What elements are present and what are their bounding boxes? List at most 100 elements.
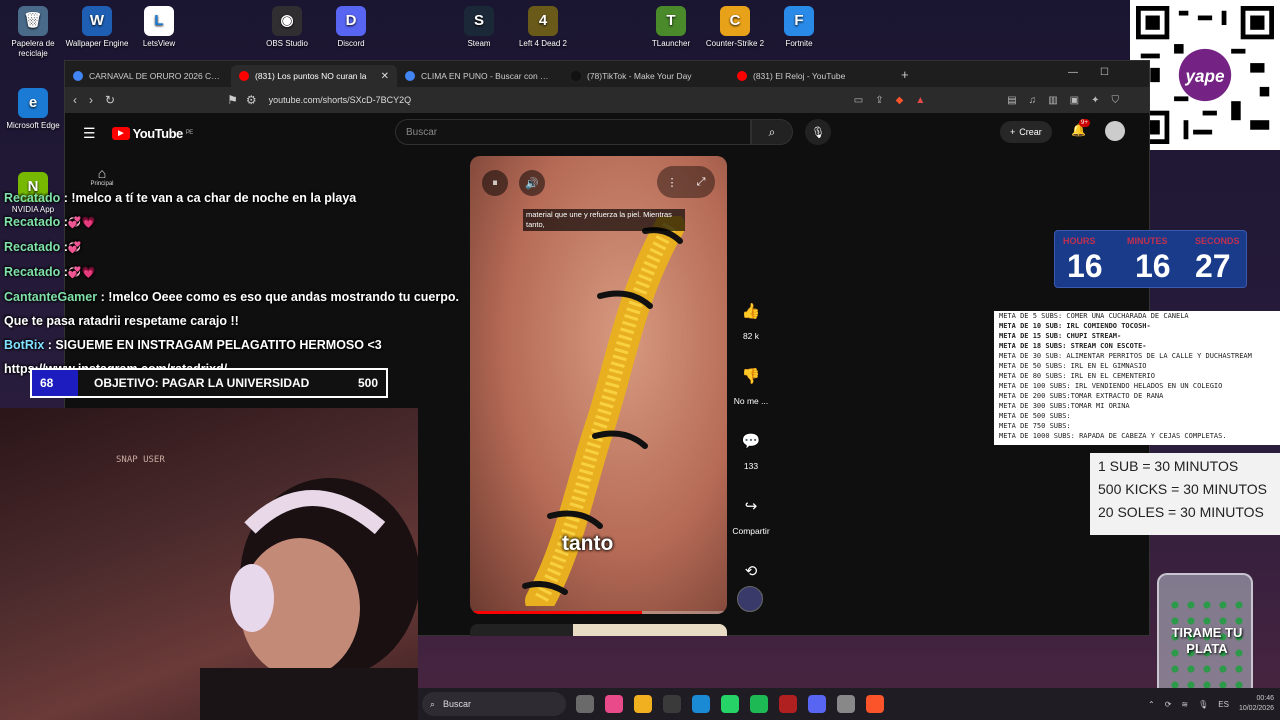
favicon-icon bbox=[73, 71, 83, 81]
desktop-icon[interactable]: T TLauncher bbox=[638, 6, 704, 49]
site-info-icon[interactable]: ⚙ bbox=[246, 93, 257, 107]
browser-tab[interactable]: (831) Los puntos NO curan la ✕ bbox=[231, 65, 397, 87]
cast-icon[interactable]: ▭ bbox=[854, 95, 863, 106]
media-icon[interactable]: ♫ bbox=[1029, 95, 1037, 106]
youtube-header: ☰ ▶ YouTube PE Buscar ⌕ 🎙 + Crear 🔔 9+ bbox=[65, 113, 1149, 153]
action-like[interactable]: 👍 82 k bbox=[727, 296, 775, 341]
brave-rewards-icon[interactable]: ▲ bbox=[915, 95, 925, 106]
tab-list: CARNAVAL DE ORURO 2026 CUANDO (831) Los p… bbox=[65, 61, 895, 87]
goal-item: META DE 500 SUBS: bbox=[999, 412, 1071, 420]
avatar[interactable] bbox=[1105, 121, 1125, 141]
rate-item: 20 SOLES = 30 MINUTOS bbox=[1098, 504, 1264, 520]
bookmark-icon[interactable]: ⚑ bbox=[227, 93, 238, 107]
remix-icon: ⟲ bbox=[744, 563, 758, 580]
tab-title: (831) Los puntos NO curan la bbox=[255, 71, 367, 81]
extensions-icon[interactable]: ✦ bbox=[1091, 95, 1099, 106]
browser-tab[interactable]: CLIMA EN PUNO - Buscar con Google bbox=[397, 65, 563, 87]
back-icon[interactable]: ‹ bbox=[73, 93, 77, 107]
taskbar-app-icon[interactable] bbox=[779, 695, 797, 713]
mic-icon[interactable]: 🎙 bbox=[1198, 700, 1208, 709]
favicon-icon bbox=[239, 71, 249, 81]
taskbar-app-icon[interactable] bbox=[692, 695, 710, 713]
chat-text: : !melco a tí te van a ca char de noche … bbox=[60, 191, 357, 205]
sync-icon[interactable]: ⟳ bbox=[1165, 700, 1172, 709]
taskbar-app-icon[interactable] bbox=[663, 695, 681, 713]
taskbar-app-icon[interactable] bbox=[866, 695, 884, 713]
youtube-logo[interactable]: ▶ YouTube PE bbox=[111, 126, 194, 141]
shorts-video-player[interactable]: ⏸ 🔊 ⋮ ⤢ material que une y refuerza la p… bbox=[470, 156, 727, 614]
sidebar-icon[interactable]: ▥ bbox=[1048, 95, 1057, 106]
browser-tab[interactable]: (831) El Reloj - YouTube bbox=[729, 65, 895, 87]
taskbar-app-icon[interactable] bbox=[634, 695, 652, 713]
app-icon: S bbox=[464, 6, 494, 36]
taskbar-search[interactable]: ⌕ Buscar bbox=[422, 692, 566, 716]
subscriber-goals-list: META DE 5 SUBS: COMER UNA CUCHARADA DE C… bbox=[994, 311, 1280, 445]
taskbar-app-icon[interactable] bbox=[808, 695, 826, 713]
action-comment[interactable]: 💬 133 bbox=[727, 426, 775, 471]
app-icon: C bbox=[720, 6, 750, 36]
region-code: PE bbox=[185, 130, 194, 136]
app-icon: ◉ bbox=[272, 6, 302, 36]
language-indicator[interactable]: ES bbox=[1218, 700, 1229, 709]
voice-search-button[interactable]: 🎙 bbox=[805, 119, 831, 145]
wifi-icon[interactable]: ≋ bbox=[1181, 700, 1188, 709]
objective-label: OBJETIVO: PAGAR LA UNIVERSIDAD bbox=[94, 376, 310, 390]
action-share[interactable]: ↪ Compartir bbox=[727, 491, 775, 536]
share-page-icon[interactable]: ⇪ bbox=[875, 95, 883, 106]
desktop-icon[interactable]: L LetsView bbox=[126, 6, 192, 49]
desktop-icon[interactable]: S Steam bbox=[446, 6, 512, 49]
reload-icon[interactable]: ↻ bbox=[105, 93, 115, 107]
action-dislike[interactable]: 👎 No me ... bbox=[727, 361, 775, 406]
close-tab-icon[interactable]: ✕ bbox=[381, 71, 389, 82]
vpn-icon[interactable]: ⛉ bbox=[1112, 95, 1120, 106]
heart-emotes: 💞💗 bbox=[67, 217, 96, 229]
taskbar-app-icon[interactable] bbox=[750, 695, 768, 713]
desktop-icon-label: Discord bbox=[337, 39, 365, 48]
create-button[interactable]: + Crear bbox=[1000, 121, 1052, 143]
favicon-icon bbox=[405, 71, 415, 81]
maximize-icon[interactable]: ☐ bbox=[1100, 67, 1109, 78]
search-button[interactable]: ⌕ bbox=[751, 119, 793, 145]
taskbar-app-icon[interactable] bbox=[721, 695, 739, 713]
next-short-preview[interactable] bbox=[470, 624, 727, 636]
fullscreen-icon[interactable]: ⤢ bbox=[697, 176, 706, 189]
taskbar-search-placeholder: Buscar bbox=[443, 699, 472, 709]
app-icon: 4 bbox=[528, 6, 558, 36]
desktop-icon[interactable]: C Counter-Strike 2 bbox=[702, 6, 768, 49]
sidebar-item-home[interactable]: ⌂ Principal bbox=[77, 165, 127, 187]
chat-username: Recatado bbox=[4, 240, 61, 254]
taskbar-app-icon[interactable] bbox=[605, 695, 623, 713]
desktop-icon[interactable]: e Microsoft Edge bbox=[0, 88, 66, 131]
desktop-icon[interactable]: D Discord bbox=[318, 6, 384, 49]
mute-button[interactable]: 🔊 bbox=[519, 170, 545, 196]
browser-tab[interactable]: CARNAVAL DE ORURO 2026 CUANDO bbox=[65, 65, 231, 87]
search-input[interactable]: Buscar bbox=[395, 119, 751, 145]
taskbar-app-icon[interactable] bbox=[576, 695, 594, 713]
new-tab-icon[interactable]: + bbox=[901, 67, 909, 82]
clock[interactable]: 00:46 10/02/2026 bbox=[1239, 694, 1274, 714]
goal-item: META DE 300 SUBS:TOMAR MI ORINA bbox=[999, 402, 1130, 410]
reader-icon[interactable]: ▤ bbox=[1007, 95, 1016, 106]
notifications-button[interactable]: 🔔 9+ bbox=[1071, 119, 1090, 137]
desktop-icon[interactable]: W Wallpaper Engine bbox=[64, 6, 130, 49]
hamburger-menu-icon[interactable]: ☰ bbox=[83, 125, 96, 142]
video-progress-bar[interactable] bbox=[470, 611, 727, 614]
channel-avatar[interactable] bbox=[737, 586, 763, 612]
desktop-icon[interactable]: 4 Left 4 Dead 2 bbox=[510, 6, 576, 49]
donation-jar: TIRAME TU PLATA bbox=[1157, 573, 1253, 703]
more-options-icon[interactable]: ⋮ bbox=[667, 176, 678, 189]
brave-shield-icon[interactable]: ◆ bbox=[896, 95, 904, 106]
forward-icon[interactable]: › bbox=[89, 93, 93, 107]
desktop-icon[interactable]: 🗑 Papelera de reciclaje bbox=[0, 6, 66, 59]
taskbar-app-icon[interactable] bbox=[837, 695, 855, 713]
browser-tab[interactable]: (78)TikTok - Make Your Day bbox=[563, 65, 729, 87]
objective-bar: 68 OBJETIVO: PAGAR LA UNIVERSIDAD 500 bbox=[30, 368, 388, 398]
chat-text: : bbox=[60, 265, 68, 279]
wallet-icon[interactable]: ▣ bbox=[1070, 95, 1079, 106]
url-field[interactable]: youtube.com/shorts/SXcD-7BCY2Q bbox=[269, 95, 412, 105]
desktop-icon[interactable]: F Fortnite bbox=[766, 6, 832, 49]
microphone-icon: 🎙 bbox=[811, 126, 825, 139]
desktop-icon[interactable]: ◉ OBS Studio bbox=[254, 6, 320, 49]
chevron-up-icon[interactable]: ⌃ bbox=[1148, 700, 1155, 709]
minimize-icon[interactable]: — bbox=[1068, 67, 1078, 78]
